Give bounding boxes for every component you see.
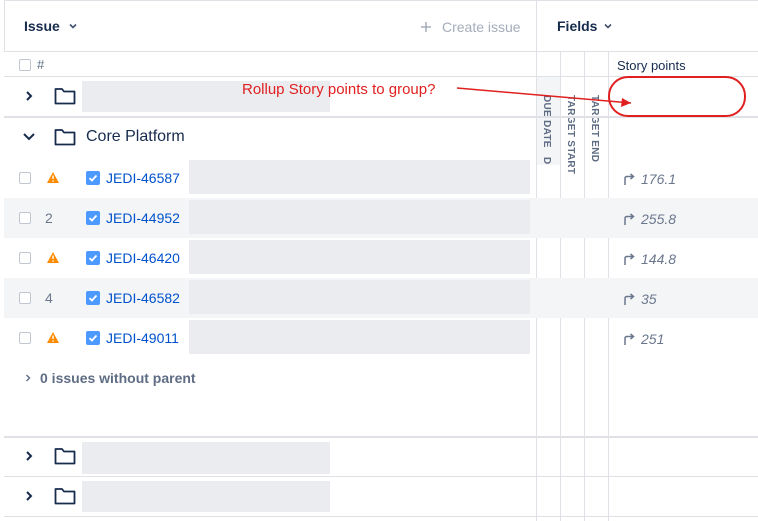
row-checkbox[interactable] xyxy=(19,172,31,184)
issue-key-link[interactable]: JEDI-44952 xyxy=(106,210,180,226)
row-rank: 2 xyxy=(45,210,53,226)
issue-column-label: Issue xyxy=(24,18,60,34)
row-checkbox[interactable] xyxy=(19,252,31,264)
story-points-value: 251 xyxy=(641,331,665,347)
issue-summary-placeholder xyxy=(189,160,530,194)
issues-without-parent-toggle[interactable]: 0 issues without parent xyxy=(24,370,196,386)
folder-icon xyxy=(54,88,76,105)
fields-dropdown[interactable]: Fields xyxy=(557,18,613,34)
issue-key-link[interactable]: JEDI-46587 xyxy=(106,170,180,186)
issue-summary-placeholder xyxy=(189,200,530,234)
rollup-arrow-icon xyxy=(624,253,635,265)
create-issue-button[interactable]: Create issue xyxy=(420,19,521,35)
chevron-right-icon[interactable] xyxy=(24,90,34,102)
folder-icon xyxy=(54,448,76,465)
chevron-down-icon xyxy=(69,23,77,29)
task-type-icon xyxy=(86,331,100,345)
task-type-icon xyxy=(86,171,100,185)
select-all-checkbox[interactable] xyxy=(19,59,31,71)
story-points-value: 35 xyxy=(641,291,657,307)
issue-summary-placeholder xyxy=(189,280,530,314)
story-points-value: 176.1 xyxy=(641,171,677,187)
row-checkbox[interactable] xyxy=(19,332,31,344)
story-points-cell: 144.8 xyxy=(623,251,676,267)
group-name-placeholder xyxy=(82,481,330,512)
issue-summary-placeholder xyxy=(189,320,530,354)
issues-without-parent-label: 0 issues without parent xyxy=(40,370,196,386)
row-checkbox[interactable] xyxy=(19,292,31,304)
issue-key-link[interactable]: JEDI-46582 xyxy=(106,290,180,306)
annotation-ellipse xyxy=(608,76,746,117)
row-rank: 4 xyxy=(45,290,53,306)
due-date-extra: D xyxy=(541,156,552,165)
group-divider xyxy=(4,436,758,438)
story-points-value: 144.8 xyxy=(641,251,677,267)
issue-column-dropdown[interactable]: Issue xyxy=(24,18,78,34)
create-issue-label: Create issue xyxy=(442,19,521,35)
rollup-arrow-icon xyxy=(624,293,635,305)
issue-key-link[interactable]: JEDI-49011 xyxy=(106,330,179,346)
warning-icon xyxy=(47,172,59,183)
folder-icon xyxy=(54,488,76,505)
story-points-cell: 176.1 xyxy=(623,171,676,187)
chevron-right-icon[interactable] xyxy=(24,490,34,502)
row-checkbox[interactable] xyxy=(19,212,31,224)
hash-column-header: # xyxy=(37,57,45,72)
warning-icon xyxy=(47,332,59,343)
fields-label: Fields xyxy=(557,18,598,34)
story-points-value: 255.8 xyxy=(641,211,677,227)
group-name-placeholder xyxy=(82,442,330,474)
folder-icon xyxy=(54,129,76,146)
warning-icon xyxy=(47,252,59,263)
chevron-down-icon xyxy=(604,23,613,29)
group-name: Core Platform xyxy=(86,128,185,145)
plus-icon xyxy=(421,22,431,32)
rollup-arrow-icon xyxy=(624,333,635,345)
task-type-icon xyxy=(86,251,100,265)
task-type-icon xyxy=(86,291,100,305)
issue-key-link[interactable]: JEDI-46420 xyxy=(106,250,180,266)
group-divider xyxy=(4,476,758,477)
chevron-right-icon[interactable] xyxy=(24,450,34,462)
story-points-cell: 255.8 xyxy=(623,211,676,227)
group-divider xyxy=(4,516,758,517)
issue-summary-placeholder xyxy=(189,240,530,274)
rollup-arrow-icon xyxy=(624,213,635,225)
chevron-down-icon[interactable] xyxy=(22,132,36,142)
rollup-arrow-icon xyxy=(624,173,635,185)
story-points-cell: 35 xyxy=(623,291,657,307)
chevron-right-icon xyxy=(26,374,31,382)
task-type-icon xyxy=(86,211,100,225)
header-bar xyxy=(4,0,758,52)
story-points-column-header: Story points xyxy=(617,58,686,73)
annotation-text: Rollup Story points to group? xyxy=(242,81,436,98)
story-points-cell: 251 xyxy=(623,331,664,347)
